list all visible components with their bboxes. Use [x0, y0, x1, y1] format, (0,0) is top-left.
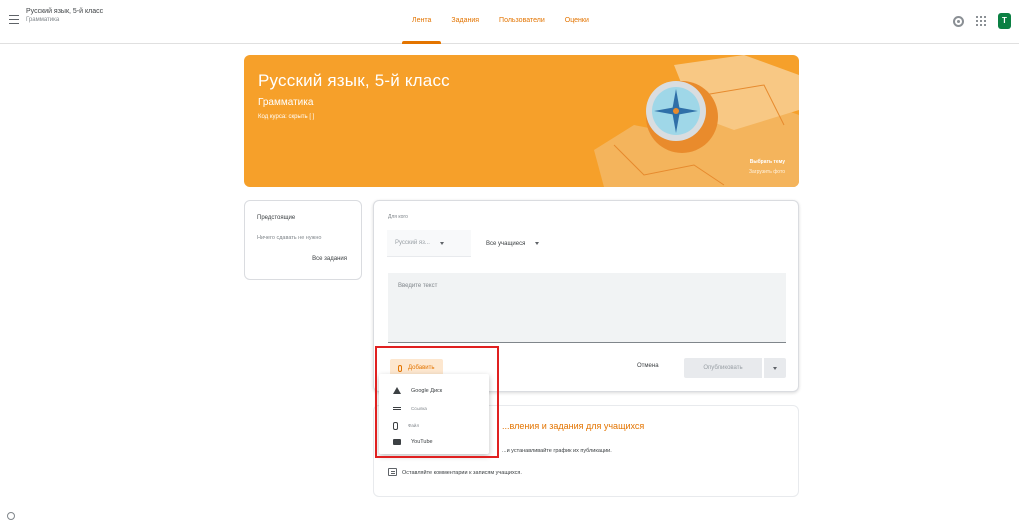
- gear-icon[interactable]: [953, 15, 964, 27]
- upload-photo-link[interactable]: Загрузить фото: [749, 169, 785, 175]
- publish-button[interactable]: Опубликовать: [684, 358, 762, 378]
- add-button-label: Добавить: [408, 365, 435, 371]
- comment-icon: [388, 468, 397, 476]
- info-title: ...вления и задания для учащихся: [502, 421, 645, 431]
- paperclip-icon: [398, 364, 402, 372]
- menu-item-label: YouTube: [411, 438, 433, 445]
- tab-classwork[interactable]: Задания: [441, 0, 489, 44]
- course-subtitle: Грамматика: [26, 17, 60, 23]
- course-title[interactable]: Русский язык, 5-й класс: [26, 8, 103, 15]
- post-text-input[interactable]: Введите текст: [388, 273, 786, 343]
- caret-down-icon: [773, 366, 777, 370]
- menu-item-label: Google Диск: [411, 387, 443, 394]
- caret-down-icon: [535, 242, 540, 245]
- menu-item-file[interactable]: Файл: [379, 417, 489, 434]
- course-select-value: Русский яз...: [395, 240, 430, 246]
- tab-grades[interactable]: Оценки: [555, 0, 599, 44]
- upcoming-empty-text: Ничего сдавать не нужно: [257, 235, 322, 241]
- menu-item-youtube[interactable]: YouTube: [379, 433, 489, 450]
- tab-stream[interactable]: Лента: [402, 0, 442, 44]
- top-app-bar: Русский язык, 5-й класс Грамматика Лента…: [0, 0, 1019, 44]
- course-code[interactable]: Код курса: скрыть [ ]: [258, 114, 314, 120]
- help-icon[interactable]: [7, 512, 15, 520]
- youtube-icon: [393, 438, 401, 445]
- publish-options-button[interactable]: [764, 358, 786, 378]
- drive-icon: [393, 387, 401, 394]
- tab-people[interactable]: Пользователи: [489, 0, 555, 44]
- course-banner: Русский язык, 5-й класс Грамматика Код к…: [244, 55, 799, 187]
- menu-icon[interactable]: [6, 11, 22, 27]
- students-select-value: Все учащиеся: [486, 240, 526, 247]
- banner-subtitle: Грамматика: [258, 97, 314, 108]
- menu-item-label: Файл: [408, 423, 420, 428]
- students-select[interactable]: Все учащиеся: [478, 230, 564, 257]
- link-icon: [393, 407, 401, 410]
- banner-title: Русский язык, 5-й класс: [258, 71, 450, 90]
- apps-grid-icon[interactable]: [976, 16, 986, 26]
- top-icons: T: [953, 13, 1011, 29]
- info-text-comments: Оставляйте комментарии к записям учащихс…: [402, 470, 522, 476]
- info-text-schedule: ...и устанавливайте график их публикации…: [502, 448, 612, 454]
- upcoming-title: Предстоящие: [257, 215, 296, 221]
- menu-item-google-drive[interactable]: Google Диск: [379, 382, 489, 399]
- caret-down-icon: [439, 241, 444, 245]
- avatar[interactable]: T: [998, 13, 1011, 29]
- file-icon: [393, 421, 398, 430]
- select-theme-link[interactable]: Выбрать тему: [750, 159, 785, 165]
- menu-item-link[interactable]: Ссылка: [379, 400, 489, 417]
- compass-map-illustration: [594, 55, 799, 187]
- view-all-link[interactable]: Все задания: [312, 256, 347, 262]
- course-select[interactable]: Русский яз...: [387, 230, 471, 257]
- menu-item-label: Ссылка: [411, 406, 427, 411]
- upcoming-card: Предстоящие Ничего сдавать не нужно Все …: [244, 200, 362, 280]
- add-attachment-menu: Google Диск Ссылка Файл YouTube: [379, 374, 489, 454]
- tab-bar: Лента Задания Пользователи Оценки: [402, 0, 599, 44]
- post-composer: Для кого Русский яз... Все учащиеся Введ…: [373, 200, 799, 392]
- cancel-button[interactable]: Отмена: [637, 363, 659, 369]
- audience-label: Для кого: [388, 214, 408, 220]
